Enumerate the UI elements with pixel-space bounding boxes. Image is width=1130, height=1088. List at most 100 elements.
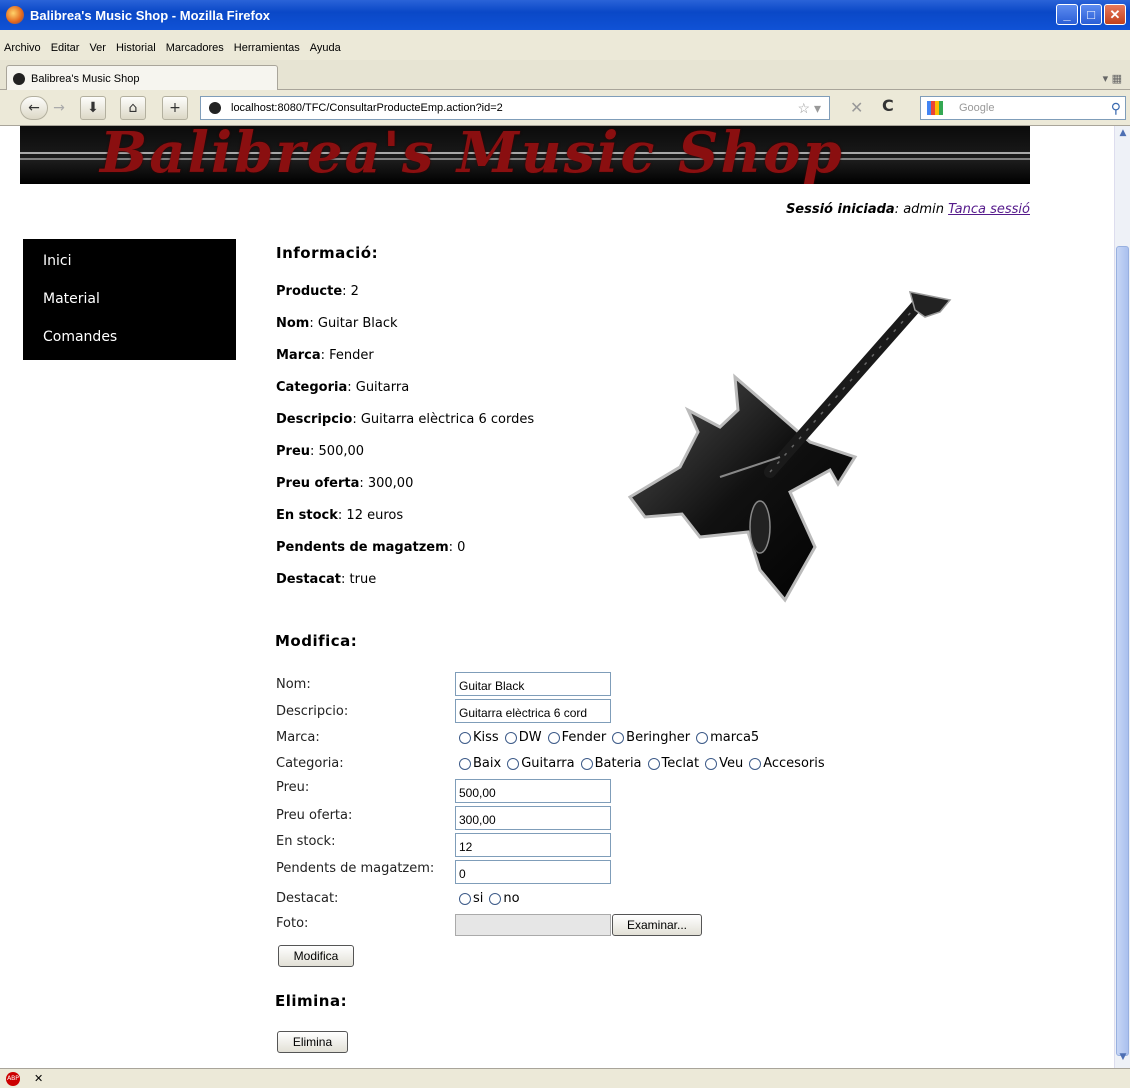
- pendents-label: Pendents de magatzem:: [276, 861, 435, 876]
- destacat-label: Destacat:: [276, 891, 339, 906]
- menu-ver[interactable]: Ver: [89, 42, 106, 54]
- tab-bar: Balibrea's Music Shop ▾ ▦: [0, 60, 1130, 91]
- product-info: Informació: Producte: 2 Nom: Guitar Blac…: [276, 244, 534, 602]
- sidebar-item-material[interactable]: Material: [23, 289, 236, 327]
- foto-file-input[interactable]: [455, 914, 611, 936]
- maximize-button[interactable]: □: [1080, 4, 1102, 25]
- menu-bar: Archivo Editar Ver Historial Marcadores …: [0, 30, 1130, 60]
- categoria-radio-group: Baix Guitarra Bateria Teclat Veu Accesor…: [459, 756, 825, 771]
- descripcio-label: Descripcio:: [276, 704, 349, 719]
- vertical-scrollbar[interactable]: ▲ ▼: [1114, 126, 1130, 1068]
- categoria-radio-guitarra[interactable]: Guitarra: [507, 756, 575, 771]
- modifica-heading: Modifica:: [275, 632, 358, 650]
- sidebar-item-comandes[interactable]: Comandes: [23, 327, 236, 365]
- close-findbar-icon[interactable]: ✕: [34, 1072, 43, 1085]
- info-row: Producte: 2: [276, 284, 359, 299]
- nom-input[interactable]: Guitar Black: [455, 672, 611, 696]
- tab-label: Balibrea's Music Shop: [31, 72, 140, 85]
- modifica-submit-button[interactable]: Modifica: [278, 945, 354, 967]
- menu-ayuda[interactable]: Ayuda: [310, 42, 341, 54]
- elimina-heading: Elimina:: [275, 992, 348, 1010]
- status-bar: ABP ✕: [0, 1068, 1130, 1088]
- info-row: Destacat: true: [276, 572, 377, 587]
- destacat-radio-no[interactable]: no: [489, 891, 520, 906]
- reload-icon[interactable]: C: [882, 96, 894, 115]
- marca-radio-dw[interactable]: DW: [504, 730, 542, 745]
- scroll-down-icon[interactable]: ▼: [1116, 1052, 1130, 1066]
- descripcio-input[interactable]: Guitarra elèctrica 6 cord: [455, 699, 611, 723]
- pendents-input[interactable]: 0: [455, 860, 611, 884]
- search-icon[interactable]: ⚲: [1111, 100, 1121, 117]
- scrollbar-thumb[interactable]: [1116, 246, 1129, 1056]
- marca-radio-beringher[interactable]: Beringher: [612, 730, 690, 745]
- guitar-product-image: [627, 291, 952, 603]
- adblock-icon[interactable]: ABP: [6, 1071, 20, 1086]
- info-row: Pendents de magatzem: 0: [276, 540, 466, 555]
- search-placeholder: Google: [959, 102, 995, 114]
- session-info: Sessió iniciada: admin Tanca sessió: [786, 202, 1030, 217]
- preu-oferta-label: Preu oferta:: [276, 808, 353, 823]
- download-icon[interactable]: ⬇: [80, 96, 106, 120]
- url-text: localhost:8080/TFC/ConsultarProducteEmp.…: [231, 102, 503, 114]
- info-heading: Informació:: [276, 244, 379, 262]
- minimize-button[interactable]: _: [1056, 4, 1078, 25]
- google-icon: [927, 101, 943, 115]
- menu-editar[interactable]: Editar: [51, 42, 80, 54]
- home-icon[interactable]: ⌂: [120, 96, 146, 120]
- stop-icon[interactable]: ✕: [850, 98, 863, 117]
- info-row: Preu oferta: 300,00: [276, 476, 414, 491]
- info-row: Nom: Guitar Black: [276, 316, 398, 331]
- sidebar-menu: Inici Material Comandes: [23, 239, 236, 360]
- tab-list-icon[interactable]: ▾ ▦: [1103, 72, 1122, 85]
- address-bar[interactable]: localhost:8080/TFC/ConsultarProducteEmp.…: [200, 96, 830, 120]
- page-viewport: Balibrea's Music Shop Sessió iniciada: a…: [0, 126, 1114, 1068]
- bookmark-star-icon[interactable]: ☆ ▾: [798, 100, 821, 117]
- preu-input[interactable]: 500,00: [455, 779, 611, 803]
- site-banner: Balibrea's Music Shop: [20, 126, 1030, 184]
- menu-historial[interactable]: Historial: [116, 42, 156, 54]
- examinar-button[interactable]: Examinar...: [612, 914, 702, 936]
- info-row: En stock: 12 euros: [276, 508, 404, 523]
- info-row: Categoria: Guitarra: [276, 380, 410, 395]
- preu-label: Preu:: [276, 780, 310, 795]
- info-row: Preu: 500,00: [276, 444, 365, 459]
- destacat-radio-si[interactable]: si: [459, 891, 483, 906]
- en-stock-label: En stock:: [276, 834, 336, 849]
- site-favicon-icon: [209, 102, 221, 114]
- categoria-radio-accesoris[interactable]: Accesoris: [749, 756, 825, 771]
- search-box[interactable]: Google ⚲: [920, 96, 1126, 120]
- menu-marcadores[interactable]: Marcadores: [166, 42, 224, 54]
- info-row: Descripcio: Guitarra elèctrica 6 cordes: [276, 412, 535, 427]
- back-button[interactable]: ←: [20, 96, 48, 120]
- new-tab-icon[interactable]: +: [162, 96, 188, 120]
- elimina-button[interactable]: Elimina: [277, 1031, 348, 1053]
- guitar-favicon-icon: [13, 72, 25, 85]
- marca-radio-kiss[interactable]: Kiss: [459, 730, 499, 745]
- marca-radio-group: Kiss DW Fender Beringher marca5: [459, 730, 759, 745]
- session-label: Sessió iniciada: [785, 202, 895, 217]
- menu-archivo[interactable]: Archivo: [4, 42, 41, 54]
- logout-link[interactable]: Tanca sessió: [948, 202, 1030, 217]
- window-title: Balibrea's Music Shop - Mozilla Firefox: [30, 7, 271, 23]
- tab-balibrea[interactable]: Balibrea's Music Shop: [6, 65, 278, 91]
- categoria-radio-teclat[interactable]: Teclat: [647, 756, 699, 771]
- preu-oferta-input[interactable]: 300,00: [455, 806, 611, 830]
- forward-button[interactable]: →: [48, 96, 70, 120]
- info-row: Marca: Fender: [276, 348, 374, 363]
- close-button[interactable]: ✕: [1104, 4, 1126, 25]
- banner-logo-text: Balibrea's Music Shop: [100, 126, 844, 184]
- navigation-bar: ← → ⬇ ⌂ + localhost:8080/TFC/ConsultarPr…: [0, 90, 1130, 126]
- destacat-radio-group: si no: [459, 891, 520, 906]
- categoria-radio-bateria[interactable]: Bateria: [580, 756, 642, 771]
- sidebar-item-inici[interactable]: Inici: [23, 251, 236, 289]
- menu-herramientas[interactable]: Herramientas: [234, 42, 300, 54]
- categoria-radio-veu[interactable]: Veu: [705, 756, 743, 771]
- en-stock-input[interactable]: 12: [455, 833, 611, 857]
- scroll-up-icon[interactable]: ▲: [1116, 128, 1130, 142]
- marca-radio-marca5[interactable]: marca5: [696, 730, 759, 745]
- foto-label: Foto:: [276, 916, 309, 931]
- categoria-label: Categoria:: [276, 756, 344, 771]
- categoria-radio-baix[interactable]: Baix: [459, 756, 501, 771]
- marca-radio-fender[interactable]: Fender: [547, 730, 606, 745]
- marca-label: Marca:: [276, 730, 320, 745]
